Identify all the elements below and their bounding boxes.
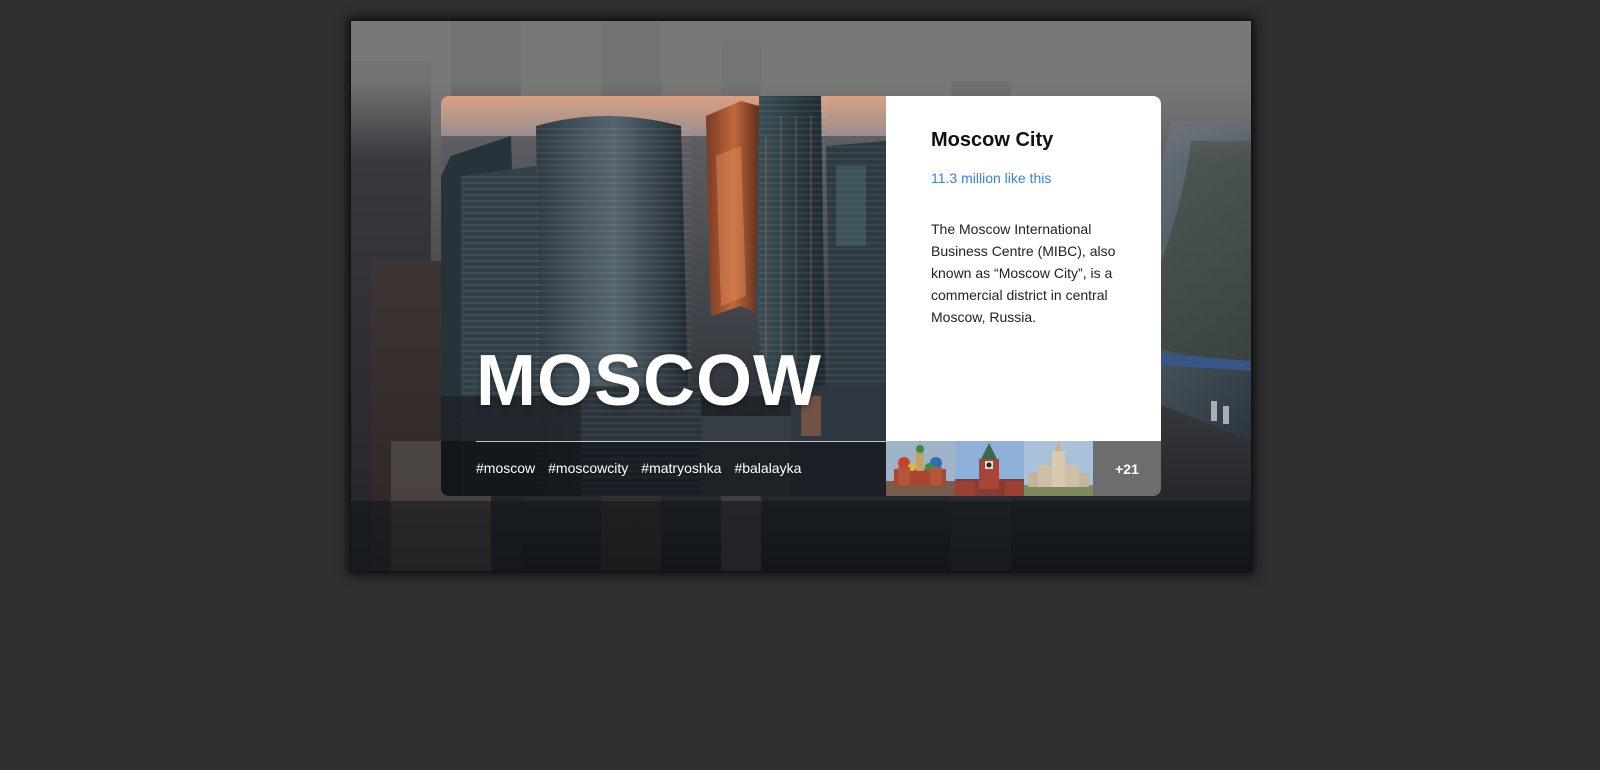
tag-moscow[interactable]: #moscow bbox=[476, 460, 535, 476]
tag-list: #moscow #moscowcity #matryoshka #balalay… bbox=[476, 460, 801, 476]
kremlin-spasskaya-tower-thumbnail[interactable] bbox=[955, 441, 1024, 496]
city-card: MOSCOW #moscow #moscowcity #matryoshka #… bbox=[441, 96, 1161, 496]
hero-stage: MOSCOW #moscow #moscowcity #matryoshka #… bbox=[350, 20, 1252, 572]
moscow-city-towers-image bbox=[441, 96, 886, 496]
tag-matryoshka[interactable]: #matryoshka bbox=[641, 460, 721, 476]
card-photo bbox=[441, 96, 886, 496]
tag-moscowcity[interactable]: #moscowcity bbox=[548, 460, 628, 476]
title-divider bbox=[476, 441, 886, 442]
st-basils-cathedral-image bbox=[886, 441, 955, 496]
gallery-strip: +21 bbox=[886, 441, 1161, 496]
info-panel: Moscow City 11.3 million like this The M… bbox=[886, 96, 1161, 441]
info-description: The Moscow International Business Centre… bbox=[931, 221, 1116, 325]
moscow-state-university-image bbox=[1024, 441, 1093, 496]
tag-balalayka[interactable]: #balalayka bbox=[734, 460, 801, 476]
city-title: MOSCOW bbox=[476, 341, 822, 421]
info-title: Moscow City bbox=[931, 129, 1054, 151]
st-basils-cathedral-thumbnail[interactable] bbox=[886, 441, 955, 496]
kremlin-spasskaya-tower-image bbox=[955, 441, 1024, 496]
more-photos-button[interactable]: +21 bbox=[1093, 441, 1161, 496]
moscow-state-university-thumbnail[interactable] bbox=[1024, 441, 1093, 496]
likes-count-link[interactable]: 11.3 million like this bbox=[931, 170, 1051, 186]
